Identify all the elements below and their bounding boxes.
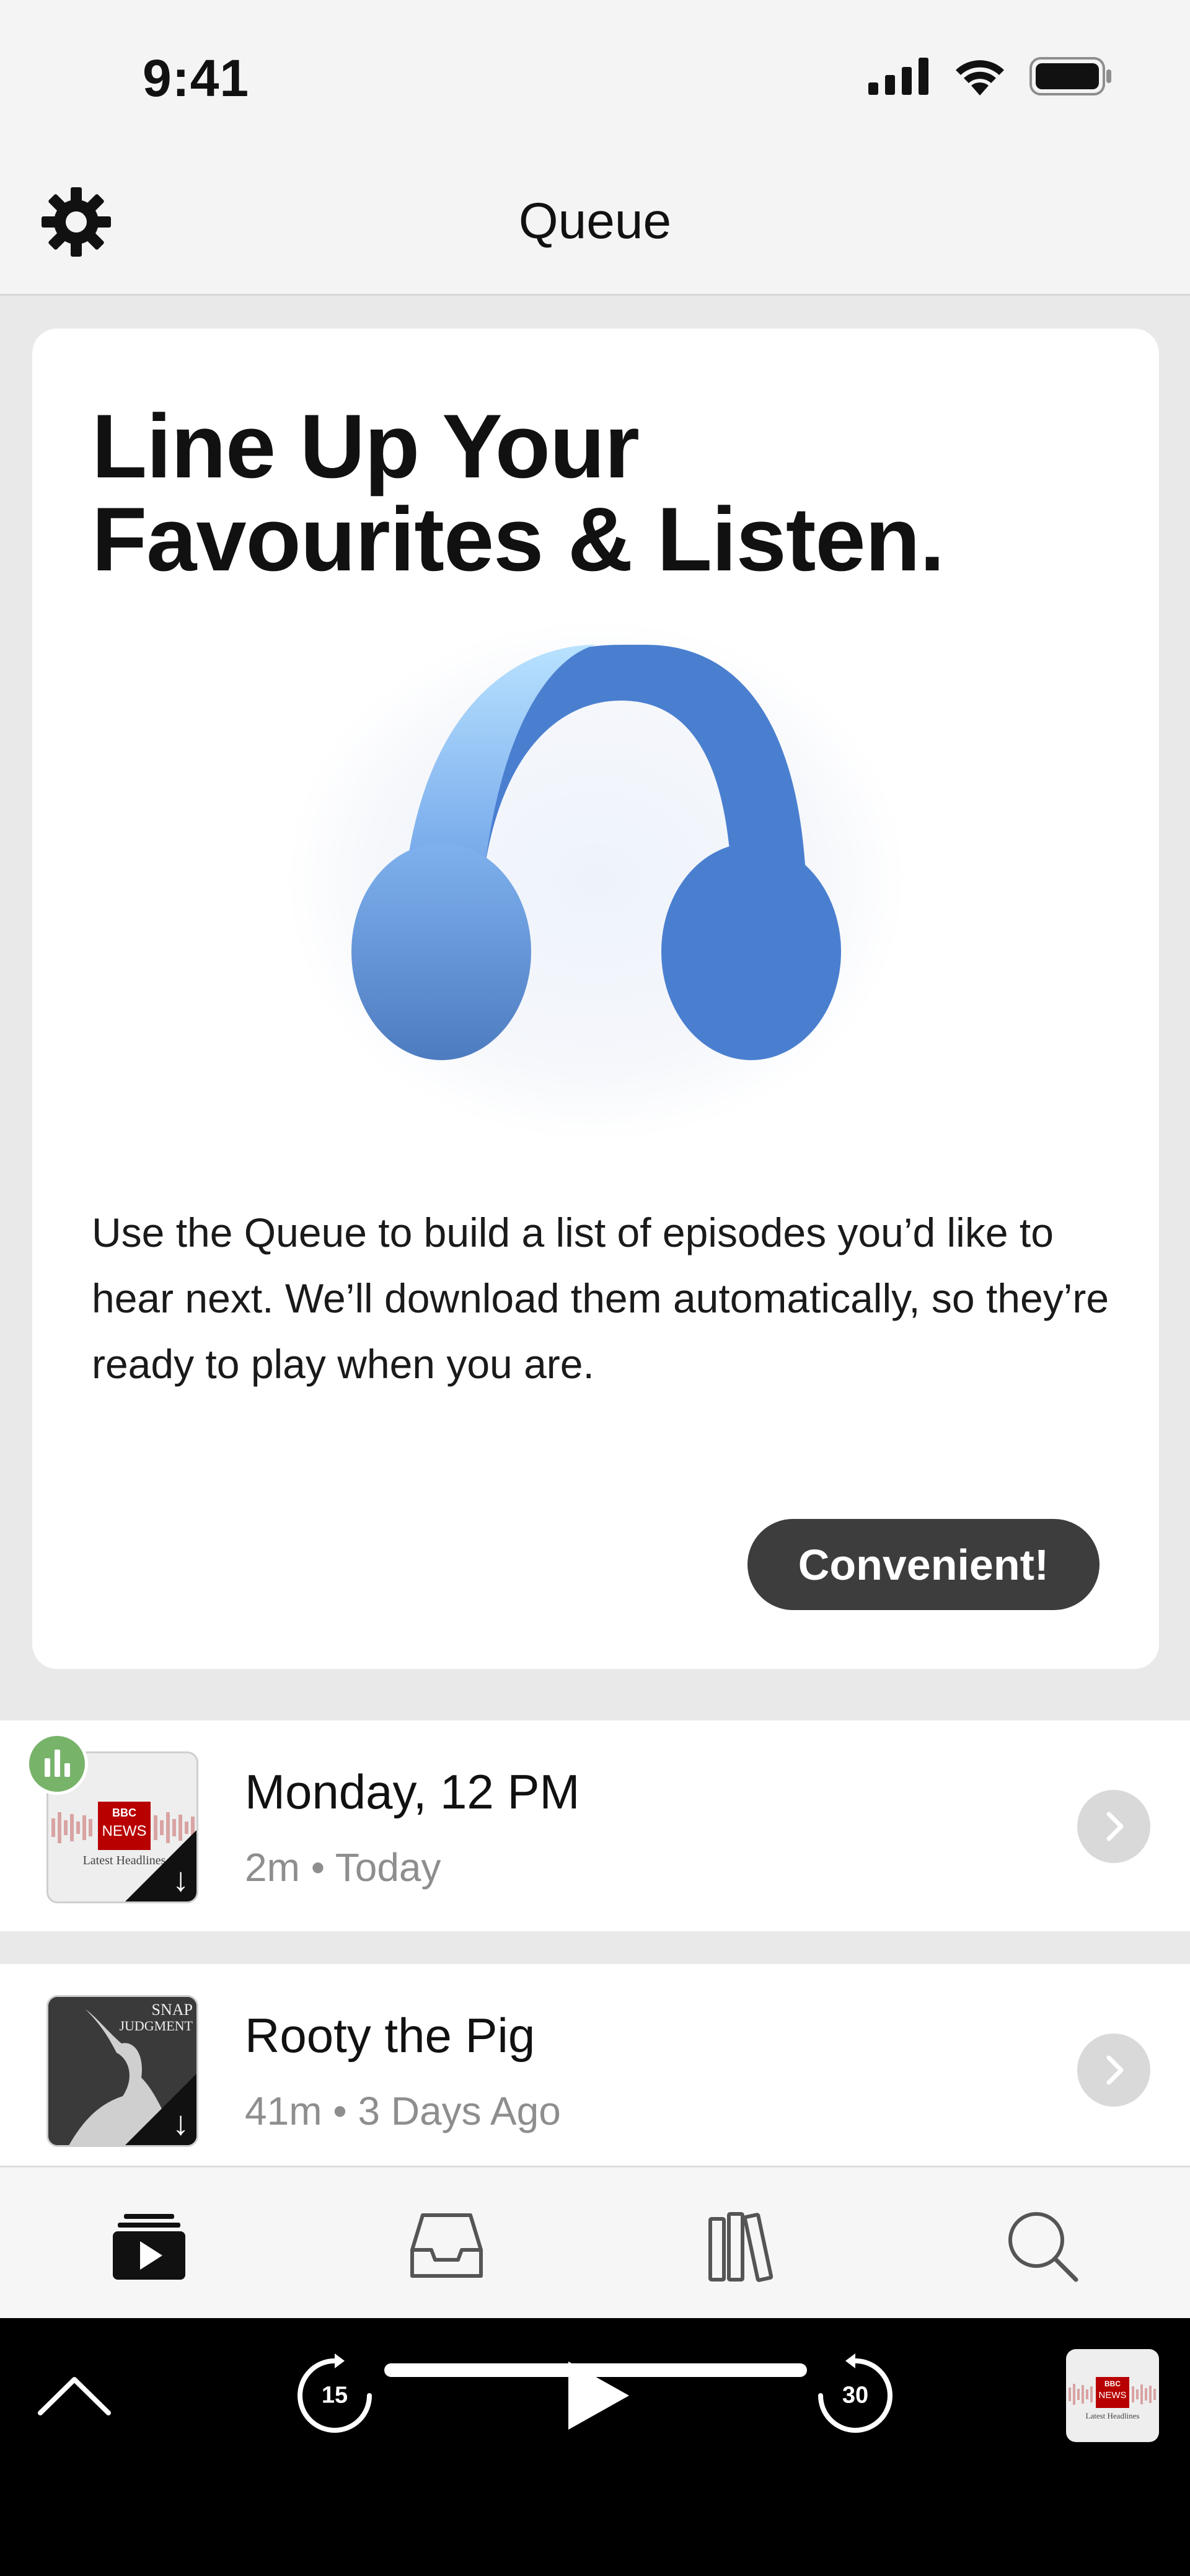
nav-bar: Queue (0, 158, 1190, 296)
tab-bar (0, 2166, 1190, 2318)
home-indicator[interactable] (384, 2363, 807, 2377)
intro-heading-line-2: Favourites & Listen. (92, 489, 945, 590)
intro-description: Use the Queue to build a list of episode… (92, 1210, 1109, 1387)
chevron-up-icon (38, 2377, 111, 2415)
tab-inbox[interactable] (394, 2192, 499, 2298)
episode-details-button[interactable] (1077, 2034, 1150, 2107)
headphones-illustration (286, 620, 906, 1141)
battery-icon (1029, 57, 1111, 95)
inbox-icon (410, 2213, 483, 2278)
mini-player: 15 30 BBC NEWS Latest Headlines (0, 2318, 1190, 2576)
page-title: Queue (518, 193, 672, 249)
episode-title: Monday, 12 PM (245, 1764, 580, 1819)
mini-art-caption: Latest Headlines (1085, 2411, 1140, 2420)
now-playing-artwork[interactable]: BBC NEWS Latest Headlines (1066, 2349, 1159, 2442)
skip-forward-seconds: 30 (842, 2382, 869, 2409)
skip-back-button[interactable]: 15 (291, 2352, 378, 2439)
mini-art-brand-bottom: NEWS (1098, 2390, 1127, 2401)
episode-details-button[interactable] (1077, 1790, 1150, 1863)
downloaded-icon: ↓ (172, 2105, 189, 2142)
expand-player-button[interactable] (31, 2355, 118, 2436)
convenient-button[interactable]: Convenient! (747, 1519, 1100, 1610)
tab-search[interactable] (989, 2192, 1094, 2298)
tab-queue[interactable] (96, 2192, 201, 2298)
status-time: 9:41 (143, 49, 250, 107)
library-icon (708, 2211, 773, 2282)
artwork-caption-line-2: JUDGMENT (119, 2018, 193, 2034)
artwork-caption-line-1: SNAP (151, 2001, 193, 2019)
tab-library[interactable] (691, 2192, 796, 2298)
cellular-signal-icon (868, 58, 928, 95)
episode-row[interactable]: BBC NEWS Latest Headlines ↓ Monday, 12 P… (0, 1720, 1190, 1931)
downloaded-icon: ↓ (172, 1861, 189, 1898)
queue-intro-card: Line Up Your Favourites & Listen. Use th… (32, 329, 1159, 1669)
skip-forward-button[interactable]: 30 (812, 2352, 899, 2439)
now-playing-badge (26, 1733, 88, 1795)
intro-heading-line-1: Line Up Your (92, 396, 640, 497)
queue-icon (112, 2213, 185, 2280)
episode-row[interactable]: SNAP JUDGMENT ↓ Rooty the Pig 41m • 3 Da… (0, 1964, 1190, 2175)
search-icon (1008, 2211, 1078, 2282)
chevron-right-icon (1106, 2055, 1124, 2085)
episode-meta: 2m • Today (245, 1845, 441, 1890)
episode-meta: 41m • 3 Days Ago (245, 2089, 561, 2133)
mini-art-brand-top: BBC (1104, 2379, 1121, 2388)
intro-heading: Line Up Your Favourites & Listen. (92, 400, 1083, 586)
chevron-right-icon (1106, 1812, 1124, 1841)
status-bar: 9:41 (0, 0, 1190, 158)
bbc-brand-top: BBC (112, 1807, 136, 1819)
wifi-icon (956, 60, 1004, 95)
episode-artwork: SNAP JUDGMENT ↓ (46, 1995, 198, 2147)
episode-title: Rooty the Pig (245, 2008, 536, 2063)
status-icons (868, 57, 1113, 95)
skip-back-seconds: 15 (321, 2382, 348, 2409)
